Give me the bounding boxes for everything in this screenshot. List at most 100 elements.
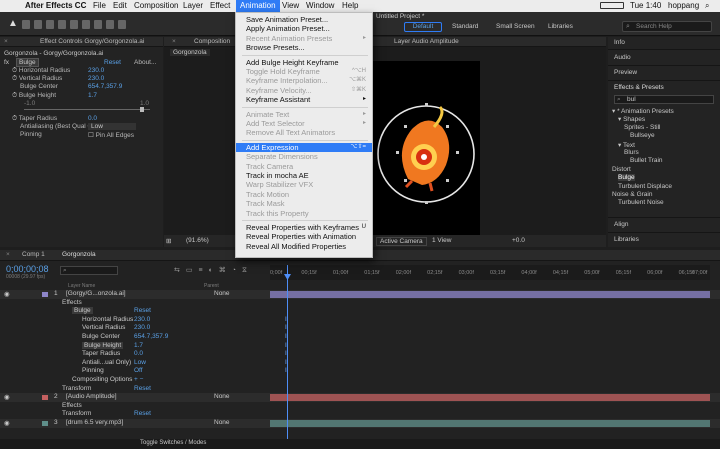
layer-duration-bar[interactable]: [270, 420, 710, 427]
menu-item-keyframe-assistant[interactable]: Keyframe Assistant ▸: [236, 95, 372, 104]
text-tool-icon[interactable]: [106, 20, 114, 29]
effects-presets-tab[interactable]: Effects & Presets: [614, 84, 664, 91]
info-panel-tab[interactable]: Info: [614, 39, 625, 46]
close-icon[interactable]: ×: [4, 38, 8, 45]
selection-tool-icon[interactable]: ▲: [8, 18, 18, 29]
menu-item-reveal-properties-with-keyframes[interactable]: Reveal Properties with Keyframes U: [236, 223, 372, 232]
effects-tree-item[interactable]: ▾ * Animation Presets: [612, 107, 674, 115]
zoom-dropdown[interactable]: (91.6%): [186, 237, 209, 244]
taper-radius-value[interactable]: 0.0: [88, 115, 97, 122]
row-value[interactable]: Reset: [134, 307, 151, 314]
close-icon[interactable]: ×: [172, 38, 176, 45]
property-row[interactable]: Compositing Options + −: [0, 376, 720, 385]
horizontal-radius-value[interactable]: 230.0: [88, 67, 104, 74]
property-row[interactable]: Antiali...ual Only) Low I: [0, 359, 720, 368]
layer-row[interactable]: 3 ◉ None [drum 6.5 very.mp3]: [0, 419, 720, 428]
layer-color-label[interactable]: [42, 395, 48, 401]
timeline-tab-gorgonzola[interactable]: Gorgonzola: [62, 251, 96, 258]
workspace-small-screen[interactable]: Small Screen: [496, 23, 535, 30]
brush-tool-icon[interactable]: [118, 20, 126, 29]
property-row[interactable]: Taper Radius 0.0 I: [0, 350, 720, 359]
menu-item-browse-presets[interactable]: Browse Presets...: [236, 43, 372, 52]
workspace-default[interactable]: Default: [404, 22, 442, 32]
stopwatch-icon[interactable]: ⏱: [12, 115, 17, 122]
menu-layer[interactable]: Layer: [183, 1, 203, 10]
search-icon[interactable]: ⌕: [705, 1, 709, 11]
antialias-dropdown[interactable]: Low: [88, 123, 136, 130]
layer-duration-bar[interactable]: [270, 291, 710, 298]
composition-canvas[interactable]: [372, 61, 480, 243]
property-row[interactable]: Transform Reset: [0, 385, 720, 394]
view-layout-dropdown[interactable]: 1 View: [432, 237, 451, 244]
row-value[interactable]: 0.0: [134, 350, 143, 357]
menu-item-track-in-mocha-ae[interactable]: Track in mocha AE: [236, 171, 372, 180]
help-search-field[interactable]: ⌕ Search Help: [622, 21, 712, 32]
property-row[interactable]: Effects: [0, 299, 720, 308]
menu-help[interactable]: Help: [342, 1, 358, 10]
menu-effect[interactable]: Effect: [210, 1, 230, 10]
property-row[interactable]: Pinning Off I: [0, 367, 720, 376]
checkbox-icon[interactable]: ☐: [88, 132, 94, 139]
row-value[interactable]: Off: [134, 367, 143, 374]
timeline-search-field[interactable]: ⌕: [60, 266, 118, 275]
menu-file[interactable]: File: [93, 1, 106, 10]
camera-tool-icon[interactable]: [58, 20, 66, 29]
row-value[interactable]: 230.0: [134, 316, 150, 323]
align-panel-tab[interactable]: Align: [614, 221, 628, 228]
menu-item-reveal-properties-with-animation[interactable]: Reveal Properties with Animation: [236, 232, 372, 241]
playhead[interactable]: [287, 265, 288, 445]
property-row[interactable]: Effects: [0, 402, 720, 411]
parent-dropdown[interactable]: None: [214, 419, 230, 426]
rotate-tool-icon[interactable]: [46, 20, 54, 29]
effects-search-field[interactable]: ⌕ bul: [614, 95, 714, 104]
effects-tree-item[interactable]: Bullet Train: [630, 157, 663, 164]
parent-dropdown[interactable]: None: [214, 393, 230, 400]
exposure-value[interactable]: +0.0: [512, 237, 525, 244]
audio-panel-tab[interactable]: Audio: [614, 54, 631, 61]
layer-row[interactable]: 2 ◉ None [Audio Amplitude]: [0, 393, 720, 402]
menu-animation[interactable]: Animation: [236, 0, 280, 12]
stopwatch-icon[interactable]: ⏱: [12, 75, 17, 82]
layer-color-label[interactable]: [42, 292, 48, 297]
effects-tree-item[interactable]: Bullseye: [630, 132, 655, 139]
menu-composition[interactable]: Composition: [134, 1, 178, 10]
parent-dropdown[interactable]: None: [214, 290, 230, 297]
workspace-standard[interactable]: Standard: [452, 23, 478, 30]
property-row[interactable]: Bulge Center 654.7,357.9 I: [0, 333, 720, 342]
stopwatch-icon[interactable]: ⏱: [12, 92, 17, 99]
row-value[interactable]: 654.7,357.9: [134, 333, 168, 340]
property-row[interactable]: Bulge Height 1.7 I: [0, 341, 720, 351]
workspace-libraries[interactable]: Libraries: [548, 23, 573, 30]
timeline-switch-icons[interactable]: ⇆▭≡◐⌘◔⧖: [174, 266, 253, 275]
composition-tab[interactable]: Composition: [194, 38, 230, 45]
bulge-height-value[interactable]: 1.7: [88, 92, 97, 99]
grid-icon[interactable]: ⊞: [166, 237, 171, 245]
effects-tree-item[interactable]: Noise & Grain: [612, 191, 652, 198]
visibility-eye-icon[interactable]: ◉: [4, 290, 10, 298]
menu-view[interactable]: View: [282, 1, 299, 10]
layer-row[interactable]: 1 ◉ None [Gorgy/G...onzola.ai]: [0, 290, 720, 299]
property-row[interactable]: Horizontal Radius 230.0 I: [0, 316, 720, 325]
menu-item-add-expression[interactable]: Add Expression ⌥⇧=: [236, 142, 372, 153]
effect-name[interactable]: Bulge: [16, 58, 39, 67]
row-value[interactable]: Reset: [134, 410, 151, 417]
pan-behind-tool-icon[interactable]: [70, 20, 78, 29]
property-row[interactable]: Transform Reset: [0, 410, 720, 419]
menu-window[interactable]: Window: [306, 1, 334, 10]
effects-tree-item[interactable]: Bulge: [618, 174, 635, 182]
camera-dropdown[interactable]: Active Camera: [376, 237, 427, 246]
timeline-tab-comp1[interactable]: Comp 1: [22, 251, 45, 258]
effects-tree-item[interactable]: Turbulent Displace: [618, 183, 672, 190]
timecode[interactable]: 0;00;00;08: [6, 264, 49, 274]
slider-handle[interactable]: [140, 107, 144, 112]
bulge-height-slider[interactable]: [24, 109, 150, 110]
close-icon[interactable]: ×: [6, 251, 10, 258]
menu-item-apply-animation-preset[interactable]: Apply Animation Preset...: [236, 24, 372, 33]
fx-badge[interactable]: fx: [4, 59, 9, 66]
pen-tool-icon[interactable]: [94, 20, 102, 29]
row-value[interactable]: 1.7: [134, 342, 143, 349]
libraries-panel-tab[interactable]: Libraries: [614, 236, 639, 243]
row-value[interactable]: + −: [134, 376, 143, 383]
menu-item-save-animation-preset[interactable]: Save Animation Preset...: [236, 15, 372, 24]
visibility-eye-icon[interactable]: ◉: [4, 393, 10, 401]
